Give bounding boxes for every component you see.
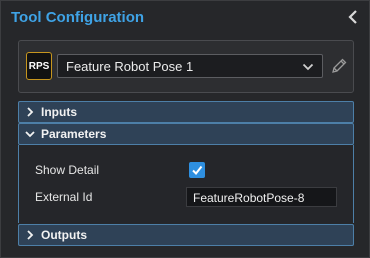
chevron-right-icon xyxy=(27,230,34,240)
tool-select-value: Feature Robot Pose 1 xyxy=(66,59,194,74)
chevron-right-icon xyxy=(27,107,34,117)
pencil-icon xyxy=(332,58,347,73)
section-header-outputs[interactable]: Outputs xyxy=(18,224,354,246)
chevron-down-icon xyxy=(302,63,314,71)
external-id-label: External Id xyxy=(35,190,93,204)
tool-configuration-panel: Tool Configuration RPS Feature Robot Pos… xyxy=(0,0,370,258)
section-header-inputs[interactable]: Inputs xyxy=(18,101,354,123)
check-icon xyxy=(192,165,203,176)
parameters-body: Show Detail External Id xyxy=(18,145,354,223)
section-inputs: Inputs xyxy=(18,101,354,123)
collapse-panel-button[interactable] xyxy=(341,5,365,29)
section-outputs: Outputs xyxy=(18,224,354,246)
tool-selector-box: RPS Feature Robot Pose 1 xyxy=(18,40,354,93)
section-label-parameters: Parameters xyxy=(41,127,107,141)
section-label-inputs: Inputs xyxy=(41,105,77,119)
section-header-parameters[interactable]: Parameters xyxy=(18,123,354,145)
show-detail-label: Show Detail xyxy=(35,163,100,177)
panel-header: Tool Configuration xyxy=(1,1,369,35)
panel-title: Tool Configuration xyxy=(11,9,145,26)
tool-select-dropdown[interactable]: Feature Robot Pose 1 xyxy=(57,54,323,78)
section-label-outputs: Outputs xyxy=(41,228,87,242)
show-detail-checkbox[interactable] xyxy=(189,162,205,178)
tool-type-badge: RPS xyxy=(26,52,52,80)
external-id-input[interactable] xyxy=(186,187,337,207)
chevron-down-icon xyxy=(25,131,35,138)
edit-tool-name-button[interactable] xyxy=(329,55,349,77)
section-parameters: Parameters xyxy=(18,123,354,145)
chevron-left-icon xyxy=(348,10,357,24)
